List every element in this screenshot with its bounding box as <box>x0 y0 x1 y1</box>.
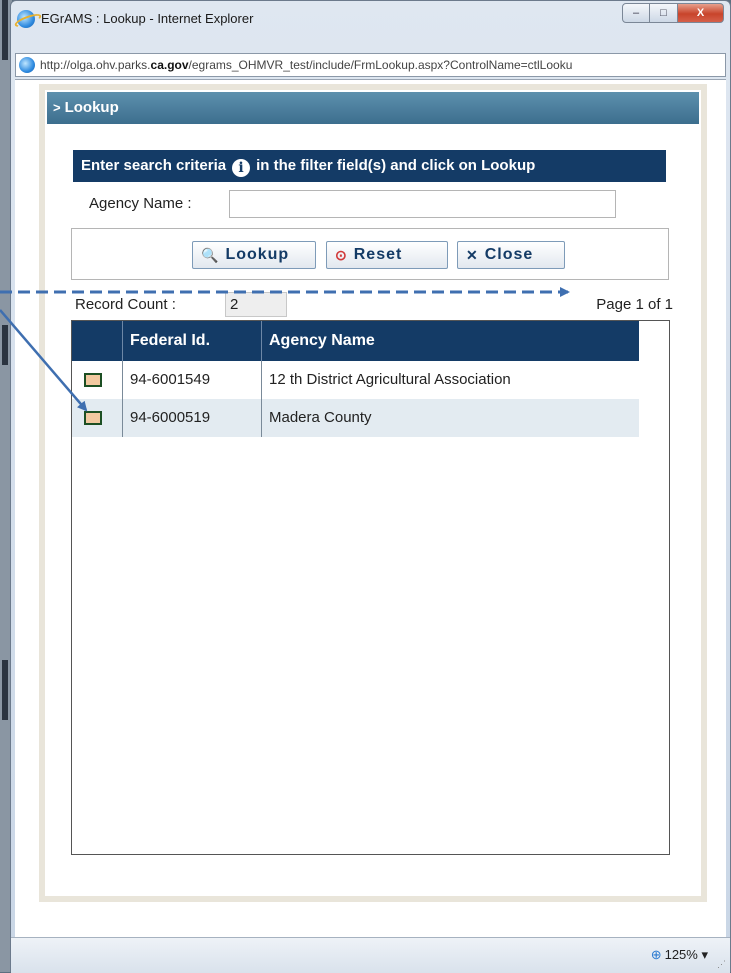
window-title: EGrAMS : Lookup - Internet Explorer <box>41 11 254 26</box>
title-bar[interactable]: EGrAMS : Lookup - Internet Explorer – □ … <box>11 1 730 37</box>
agency-name-input[interactable] <box>229 190 616 218</box>
address-bar[interactable]: http://olga.ohv.parks.ca.gov/egrams_OHMV… <box>15 53 726 77</box>
federal-id-cell: 94-6001549 <box>130 371 211 388</box>
agency-name-cell: Madera County <box>269 409 372 426</box>
zoom-dropdown-arrow[interactable]: ▾ <box>701 947 708 962</box>
page-icon <box>19 57 35 73</box>
record-count-field: 2 <box>225 292 287 317</box>
table-row[interactable]: 94-6000519 Madera County <box>72 399 639 437</box>
lookup-button-label: Lookup <box>225 246 290 263</box>
reset-circle-icon: ⊙ <box>335 246 348 263</box>
lookup-button[interactable]: 🔍 Lookup <box>192 241 316 269</box>
zoom-level: 125% <box>664 947 698 962</box>
agency-name-cell: 12 th District Agricultural Association <box>269 371 511 388</box>
instructions-text-start: Enter search criteria <box>81 157 227 174</box>
search-instructions: Enter search criteria i in the filter fiel… <box>73 150 666 182</box>
zoom-control[interactable]: ⊕ 125% ▾ <box>651 947 708 963</box>
reset-button-label: Reset <box>353 246 403 263</box>
close-window-button[interactable]: X <box>678 3 724 23</box>
zoom-icon: ⊕ <box>650 947 662 962</box>
record-info-row: Record Count : 2 Page 1 of 1 <box>75 292 673 318</box>
results-grid: Federal Id. Agency Name 94-6001549 12 th… <box>71 320 670 855</box>
lookup-panel-header: > Lookup <box>47 92 699 124</box>
instructions-text-end: in the filter field(s) and click on Look… <box>256 157 536 174</box>
minimize-button[interactable]: – <box>622 3 650 23</box>
close-button-label: Close <box>484 246 534 263</box>
page-indicator: Page 1 of 1 <box>596 296 673 313</box>
status-bar: ⊕ 125% ▾ ⋰ <box>11 937 730 973</box>
page-content: > Lookup Enter search criteria i in the fil… <box>15 79 726 937</box>
url-text: http://olga.ohv.parks.ca.gov/egrams_OHMV… <box>40 58 573 72</box>
chevron-icon: > <box>53 100 61 115</box>
info-icon[interactable]: i <box>232 159 251 177</box>
resize-grip[interactable]: ⋰ <box>717 959 726 970</box>
close-x-icon: ✕ <box>466 246 479 263</box>
federal-id-cell: 94-6000519 <box>130 409 211 426</box>
table-row[interactable]: 94-6001549 12 th District Agricultural A… <box>72 361 639 399</box>
select-row-icon[interactable] <box>84 411 102 425</box>
browser-window: EGrAMS : Lookup - Internet Explorer – □ … <box>10 0 731 973</box>
lookup-dialog: > Lookup Enter search criteria i in the fil… <box>39 84 707 902</box>
header-agency-name[interactable]: Agency Name <box>269 332 375 350</box>
reset-button[interactable]: ⊙ Reset <box>326 241 448 269</box>
record-count-label: Record Count : <box>75 296 176 313</box>
ie-logo-icon <box>17 10 35 28</box>
caption-buttons: – □ X <box>622 3 724 23</box>
agency-name-label: Agency Name : <box>89 195 192 212</box>
magnifier-icon: 🔍 <box>201 246 220 263</box>
button-panel: 🔍 Lookup ⊙ Reset ✕ Close <box>71 228 669 280</box>
lookup-title: Lookup <box>64 99 119 116</box>
grid-header-row: Federal Id. Agency Name <box>72 321 639 361</box>
select-row-icon[interactable] <box>84 373 102 387</box>
close-button[interactable]: ✕ Close <box>457 241 565 269</box>
header-federal-id[interactable]: Federal Id. <box>130 332 210 350</box>
maximize-button[interactable]: □ <box>650 3 678 23</box>
